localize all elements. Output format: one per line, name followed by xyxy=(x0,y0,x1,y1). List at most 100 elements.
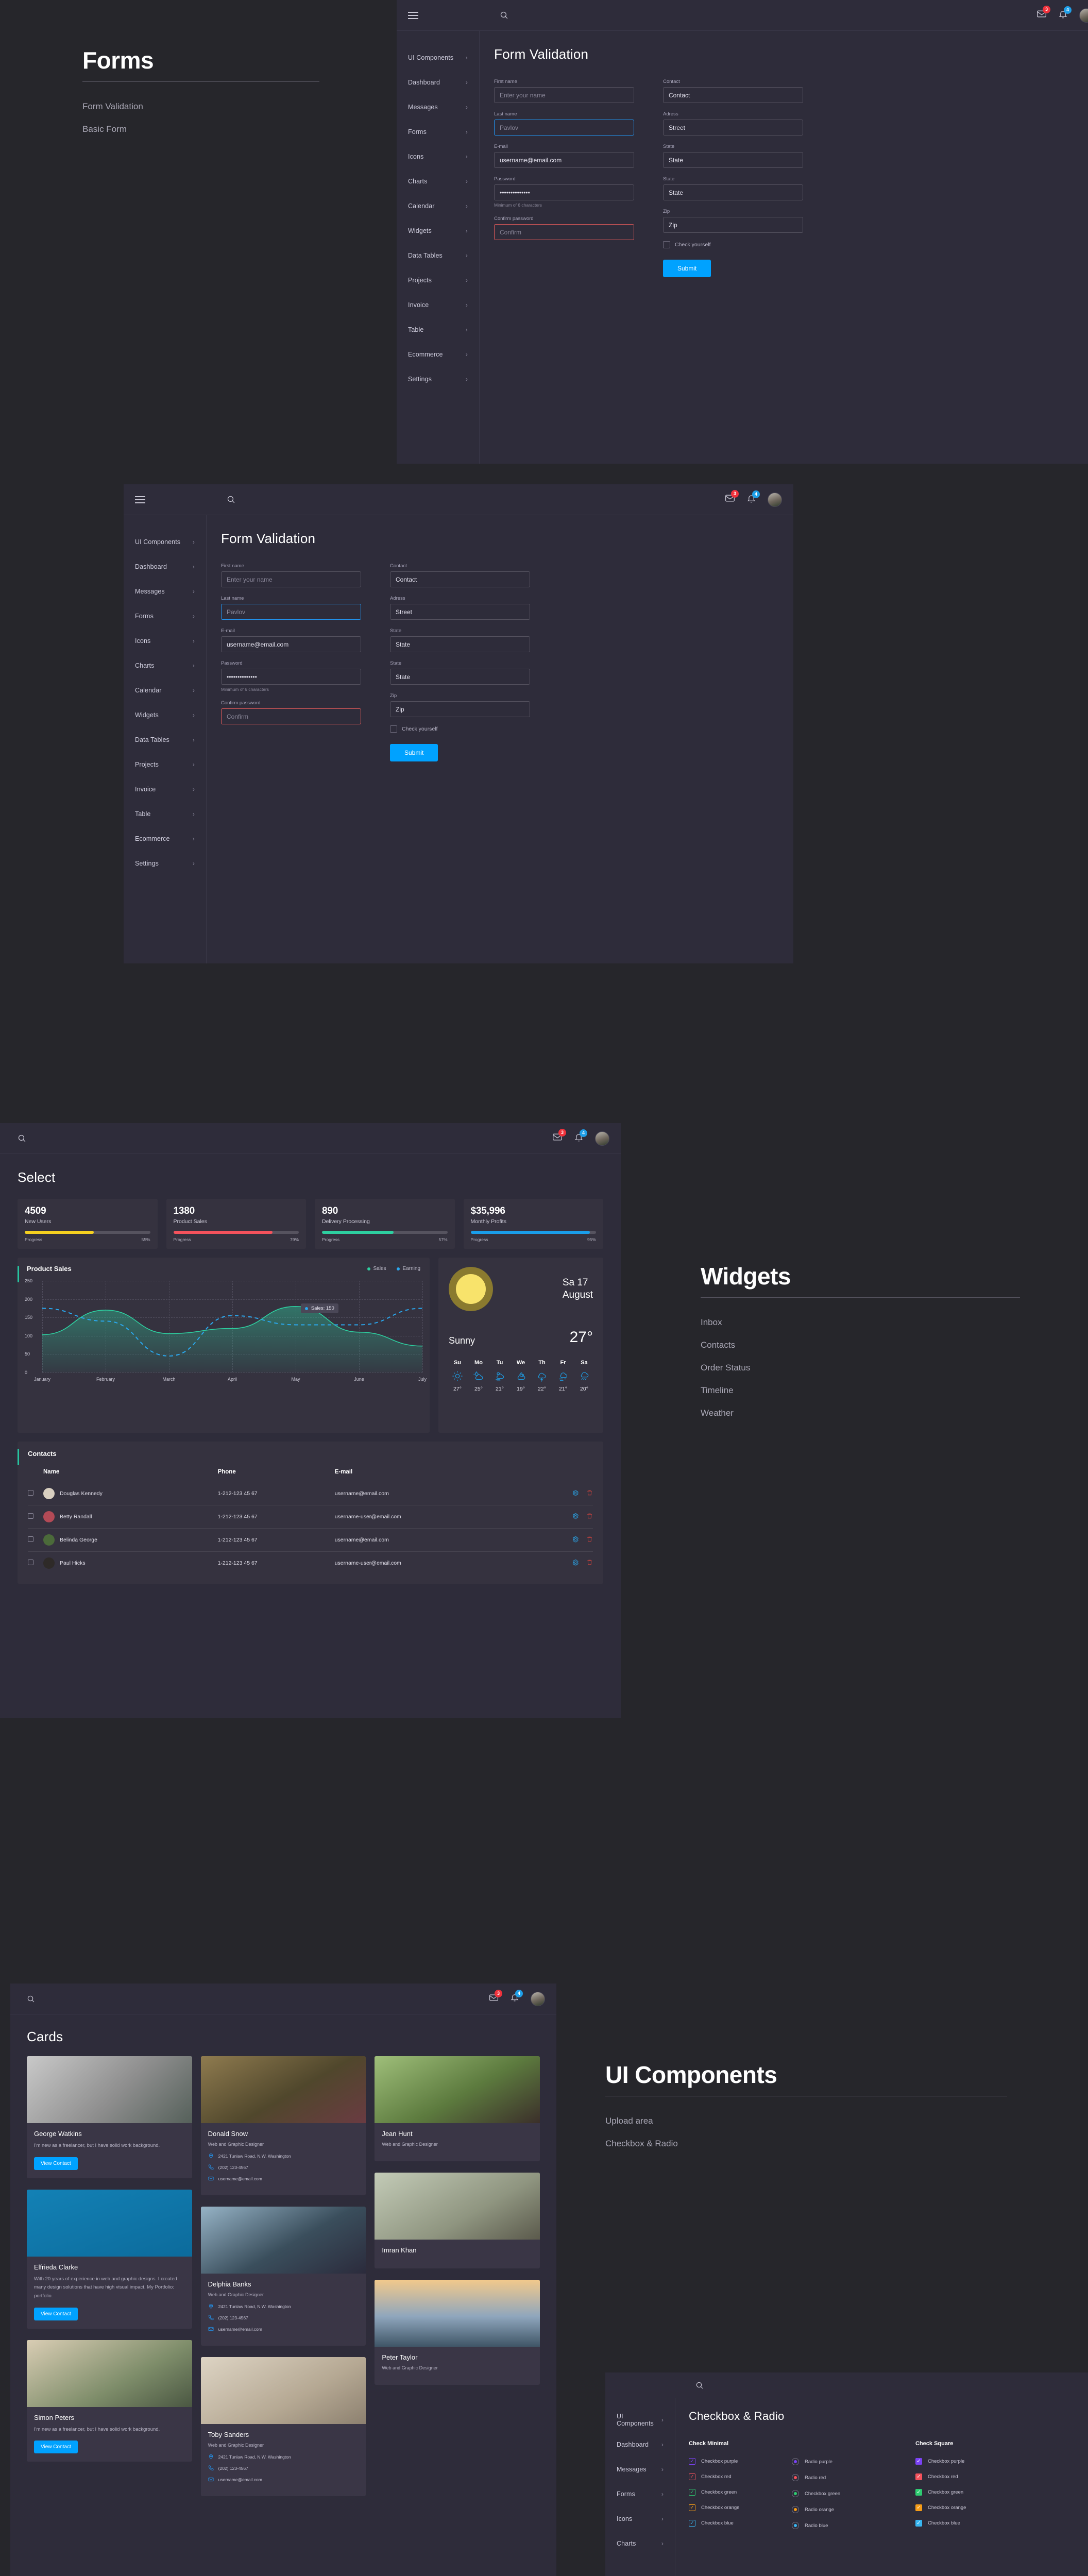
gear-icon[interactable] xyxy=(572,1559,579,1568)
sidebar-item-data-tables[interactable]: Data Tables › xyxy=(397,243,479,268)
view-contact-button[interactable]: View Contact xyxy=(34,2441,78,2454)
sidebar-item-calendar[interactable]: Calendar › xyxy=(397,194,479,218)
sidebar-item-forms[interactable]: Forms › xyxy=(397,120,479,144)
notifications-button[interactable]: 4 xyxy=(574,1129,587,1145)
field-input[interactable]: State xyxy=(663,152,803,168)
view-contact-button[interactable]: View Contact xyxy=(34,2307,78,2320)
checkbox-square-item[interactable]: ✓ Checkbox purple xyxy=(915,2458,1018,2465)
hero-link-weather[interactable]: Weather xyxy=(701,1408,1020,1418)
sidebar-item-icons[interactable]: Icons › xyxy=(124,629,206,653)
sidebar-item-calendar[interactable]: Calendar › xyxy=(124,678,206,703)
checkbox-minimal[interactable]: ✓ xyxy=(689,2504,695,2511)
checkbox-minimal-item[interactable]: ✓ Checkbox blue xyxy=(689,2520,792,2527)
hamburger-icon[interactable] xyxy=(135,496,145,503)
checkbox-minimal[interactable]: ✓ xyxy=(689,2489,695,2496)
check-yourself-checkbox[interactable] xyxy=(390,725,397,733)
sidebar-item-ui-components[interactable]: UI Components › xyxy=(605,2408,675,2432)
delete-icon[interactable] xyxy=(586,1559,593,1568)
radio-button[interactable] xyxy=(792,2490,799,2497)
sidebar-item-messages[interactable]: Messages › xyxy=(397,95,479,120)
field-input[interactable]: Enter your name xyxy=(494,87,634,103)
sidebar-item-invoice[interactable]: Invoice › xyxy=(124,777,206,802)
search-input[interactable] xyxy=(490,11,1036,20)
radio-button[interactable] xyxy=(792,2522,799,2529)
checkbox-minimal-item[interactable]: ✓ Checkbox orange xyxy=(689,2504,792,2511)
checkbox-minimal[interactable]: ✓ xyxy=(689,2473,695,2480)
field-input[interactable]: username@email.com xyxy=(494,152,634,168)
radio-item[interactable]: Checkbox green xyxy=(792,2490,915,2497)
avatar[interactable] xyxy=(531,1991,545,2006)
row-checkbox[interactable] xyxy=(28,1560,33,1565)
hamburger-icon[interactable] xyxy=(408,11,418,19)
radio-item[interactable]: Radio blue xyxy=(792,2522,915,2529)
checkbox-minimal[interactable]: ✓ xyxy=(689,2458,695,2465)
field-input[interactable]: Confirm xyxy=(221,708,361,724)
sidebar-item-table[interactable]: Table › xyxy=(124,802,206,826)
mail-button[interactable]: 3 xyxy=(489,1989,502,2005)
search-input[interactable] xyxy=(27,1995,489,2003)
field-input[interactable]: Contact xyxy=(663,87,803,103)
checkbox-square-item[interactable]: ✓ Checkbox red xyxy=(915,2473,1018,2480)
radio-button[interactable] xyxy=(792,2506,799,2513)
field-input[interactable]: •••••••••••••• xyxy=(494,184,634,200)
notifications-button[interactable]: 4 xyxy=(1058,6,1072,22)
check-yourself-row[interactable]: Check yourself xyxy=(663,241,803,248)
mail-button[interactable]: 3 xyxy=(552,1129,566,1145)
row-checkbox[interactable] xyxy=(28,1513,33,1519)
field-input[interactable]: Street xyxy=(663,120,803,135)
search-input[interactable] xyxy=(686,2381,1077,2389)
sidebar-item-invoice[interactable]: Invoice › xyxy=(397,293,479,317)
hero-link-timeline[interactable]: Timeline xyxy=(701,1385,1020,1396)
sidebar-item-icons[interactable]: Icons › xyxy=(397,144,479,169)
checkbox-square[interactable]: ✓ xyxy=(915,2520,922,2527)
hero-link-contacts[interactable]: Contacts xyxy=(701,1340,1020,1350)
sidebar-item-forms[interactable]: Forms › xyxy=(605,2482,675,2506)
view-contact-button[interactable]: View Contact xyxy=(34,2157,78,2170)
sidebar-item-icons[interactable]: Icons › xyxy=(605,2506,675,2531)
field-input[interactable]: Enter your name xyxy=(221,571,361,587)
submit-button[interactable]: Submit xyxy=(390,744,438,761)
sidebar-item-dashboard[interactable]: Dashboard › xyxy=(605,2432,675,2457)
field-input[interactable]: State xyxy=(390,669,530,685)
checkbox-square[interactable]: ✓ xyxy=(915,2489,922,2496)
hero-link-form-validation[interactable]: Form Validation xyxy=(82,101,319,112)
mail-button[interactable]: 3 xyxy=(725,490,739,506)
sidebar-item-ui-components[interactable]: UI Components › xyxy=(124,530,206,554)
field-input[interactable]: Street xyxy=(390,604,530,620)
sidebar-item-ecommerce[interactable]: Ecommerce › xyxy=(124,826,206,851)
sidebar-item-forms[interactable]: Forms › xyxy=(124,604,206,629)
field-input[interactable]: Zip xyxy=(663,217,803,233)
sidebar-item-projects[interactable]: Projects › xyxy=(124,752,206,777)
sidebar-item-projects[interactable]: Projects › xyxy=(397,268,479,293)
sidebar-item-table[interactable]: Table › xyxy=(397,317,479,342)
radio-item[interactable]: Radio red xyxy=(792,2474,915,2481)
sidebar-item-dashboard[interactable]: Dashboard › xyxy=(397,70,479,95)
delete-icon[interactable] xyxy=(586,1489,593,1498)
avatar[interactable] xyxy=(768,492,782,507)
search-input[interactable] xyxy=(18,1134,552,1143)
notifications-button[interactable]: 4 xyxy=(510,1990,523,2005)
hero-link-upload-area[interactable]: Upload area xyxy=(605,2116,1007,2126)
sidebar-item-charts[interactable]: Charts › xyxy=(397,169,479,194)
delete-icon[interactable] xyxy=(586,1513,593,1521)
checkbox-minimal[interactable]: ✓ xyxy=(689,2520,695,2527)
checkbox-square-item[interactable]: ✓ Checkbox orange xyxy=(915,2504,1018,2511)
row-checkbox[interactable] xyxy=(28,1536,33,1542)
field-input[interactable]: Confirm xyxy=(494,224,634,240)
hero-link-checkbox-radio[interactable]: Checkbox & Radio xyxy=(605,2139,1007,2149)
notifications-button[interactable]: 4 xyxy=(746,490,760,506)
legend-item-earning[interactable]: Earning xyxy=(396,1266,420,1272)
checkbox-minimal-item[interactable]: ✓ Checkbox purple xyxy=(689,2458,792,2465)
field-input[interactable]: Pavlov xyxy=(221,604,361,620)
checkbox-square[interactable]: ✓ xyxy=(915,2458,922,2465)
hero-link-inbox[interactable]: Inbox xyxy=(701,1317,1020,1328)
sidebar-item-messages[interactable]: Messages › xyxy=(124,579,206,604)
sidebar-item-ecommerce[interactable]: Ecommerce › xyxy=(397,342,479,367)
sidebar-item-widgets[interactable]: Widgets › xyxy=(124,703,206,727)
avatar[interactable] xyxy=(1079,8,1088,23)
sidebar-item-widgets[interactable]: Widgets › xyxy=(397,218,479,243)
checkbox-square-item[interactable]: ✓ Checkbox blue xyxy=(915,2520,1018,2527)
delete-icon[interactable] xyxy=(586,1536,593,1545)
check-yourself-checkbox[interactable] xyxy=(663,241,670,248)
field-input[interactable]: State xyxy=(663,184,803,200)
